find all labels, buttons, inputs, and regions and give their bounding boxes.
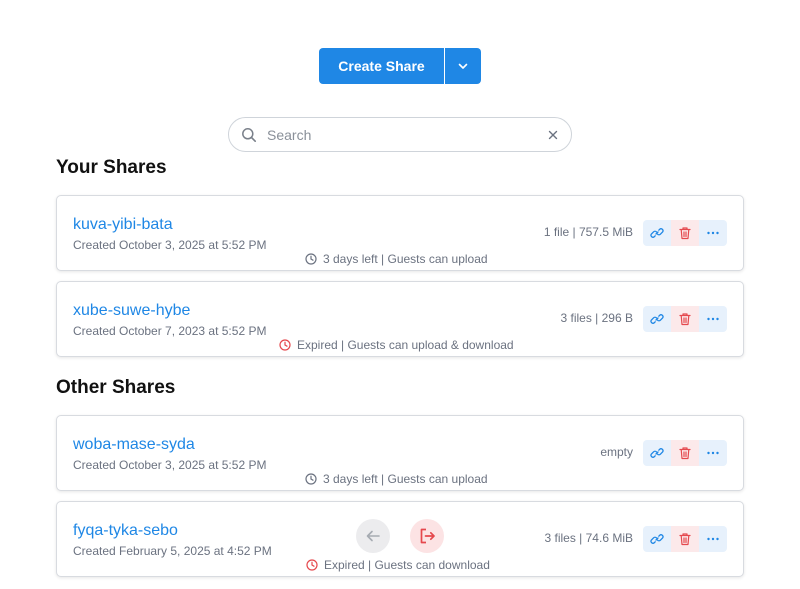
- search-icon: [241, 127, 257, 143]
- trash-icon: [679, 447, 691, 460]
- share-file-info: 3 files | 296 B: [560, 311, 634, 325]
- search-input[interactable]: [267, 126, 547, 143]
- share-status-text: Expired | Guests can upload & download: [297, 338, 514, 352]
- more-icon: [707, 537, 719, 541]
- delete-button[interactable]: [671, 440, 699, 466]
- more-options-button[interactable]: [699, 220, 727, 246]
- share-status: Expired | Guests can upload & download: [279, 338, 514, 352]
- create-share-group: Create Share: [319, 48, 481, 84]
- delete-button[interactable]: [671, 306, 699, 332]
- chevron-down-icon: [458, 63, 468, 69]
- create-share-button[interactable]: Create Share: [319, 48, 444, 84]
- more-options-button[interactable]: [699, 306, 727, 332]
- create-share-dropdown-button[interactable]: [445, 48, 481, 84]
- more-options-button[interactable]: [699, 440, 727, 466]
- share-status: Expired | Guests can download: [306, 558, 490, 572]
- more-icon: [707, 451, 719, 455]
- copy-link-button[interactable]: [643, 220, 671, 246]
- search-bar: [228, 117, 572, 152]
- link-icon: [650, 228, 664, 238]
- other-shares-heading: Other Shares: [56, 377, 176, 398]
- back-button[interactable]: [356, 519, 390, 553]
- share-name-link[interactable]: xube-suwe-hybe: [73, 302, 190, 320]
- share-status: 3 days left | Guests can upload: [305, 472, 488, 486]
- share-card[interactable]: woba-mase-syda Created October 3, 2025 a…: [56, 415, 744, 491]
- share-created-date: Created February 5, 2025 at 4:52 PM: [73, 544, 272, 558]
- copy-link-button[interactable]: [643, 306, 671, 332]
- share-name-link[interactable]: kuva-yibi-bata: [73, 216, 173, 234]
- share-status-text: Expired | Guests can download: [324, 558, 490, 572]
- share-card[interactable]: xube-suwe-hybe Created October 7, 2023 a…: [56, 281, 744, 357]
- share-created-date: Created October 7, 2023 at 5:52 PM: [73, 324, 267, 338]
- share-actions: [643, 220, 727, 246]
- share-status-text: 3 days left | Guests can upload: [323, 472, 488, 486]
- more-options-button[interactable]: [699, 526, 727, 552]
- copy-link-button[interactable]: [643, 440, 671, 466]
- link-icon: [650, 314, 664, 324]
- link-icon: [650, 534, 664, 544]
- share-actions: [643, 440, 727, 466]
- trash-icon: [679, 227, 691, 240]
- copy-link-button[interactable]: [643, 526, 671, 552]
- trash-icon: [679, 533, 691, 546]
- share-name-link[interactable]: woba-mase-syda: [73, 436, 195, 454]
- share-actions: [643, 526, 727, 552]
- clock-icon: [306, 559, 318, 571]
- share-file-info: empty: [600, 445, 633, 459]
- your-shares-heading: Your Shares: [56, 157, 167, 178]
- more-icon: [707, 317, 719, 321]
- share-status: 3 days left | Guests can upload: [305, 252, 488, 266]
- trash-icon: [679, 313, 691, 326]
- share-actions: [643, 306, 727, 332]
- clock-icon: [305, 473, 317, 485]
- close-icon[interactable]: [547, 129, 559, 141]
- share-card[interactable]: fyqa-tyka-sebo Created February 5, 2025 …: [56, 501, 744, 577]
- share-file-info: 3 files | 74.6 MiB: [544, 531, 634, 545]
- clock-icon: [279, 339, 291, 351]
- share-created-date: Created October 3, 2025 at 5:52 PM: [73, 458, 267, 472]
- delete-button[interactable]: [671, 220, 699, 246]
- logout-icon: [420, 528, 435, 544]
- more-icon: [707, 231, 719, 235]
- clock-icon: [305, 253, 317, 265]
- delete-button[interactable]: [671, 526, 699, 552]
- share-card[interactable]: kuva-yibi-bata Created October 3, 2025 a…: [56, 195, 744, 271]
- leave-share-button[interactable]: [410, 519, 444, 553]
- link-icon: [650, 448, 664, 458]
- share-name-link[interactable]: fyqa-tyka-sebo: [73, 522, 178, 540]
- share-status-text: 3 days left | Guests can upload: [323, 252, 488, 266]
- share-file-info: 1 file | 757.5 MiB: [543, 225, 633, 239]
- share-created-date: Created October 3, 2025 at 5:52 PM: [73, 238, 267, 252]
- arrow-left-icon: [366, 530, 380, 542]
